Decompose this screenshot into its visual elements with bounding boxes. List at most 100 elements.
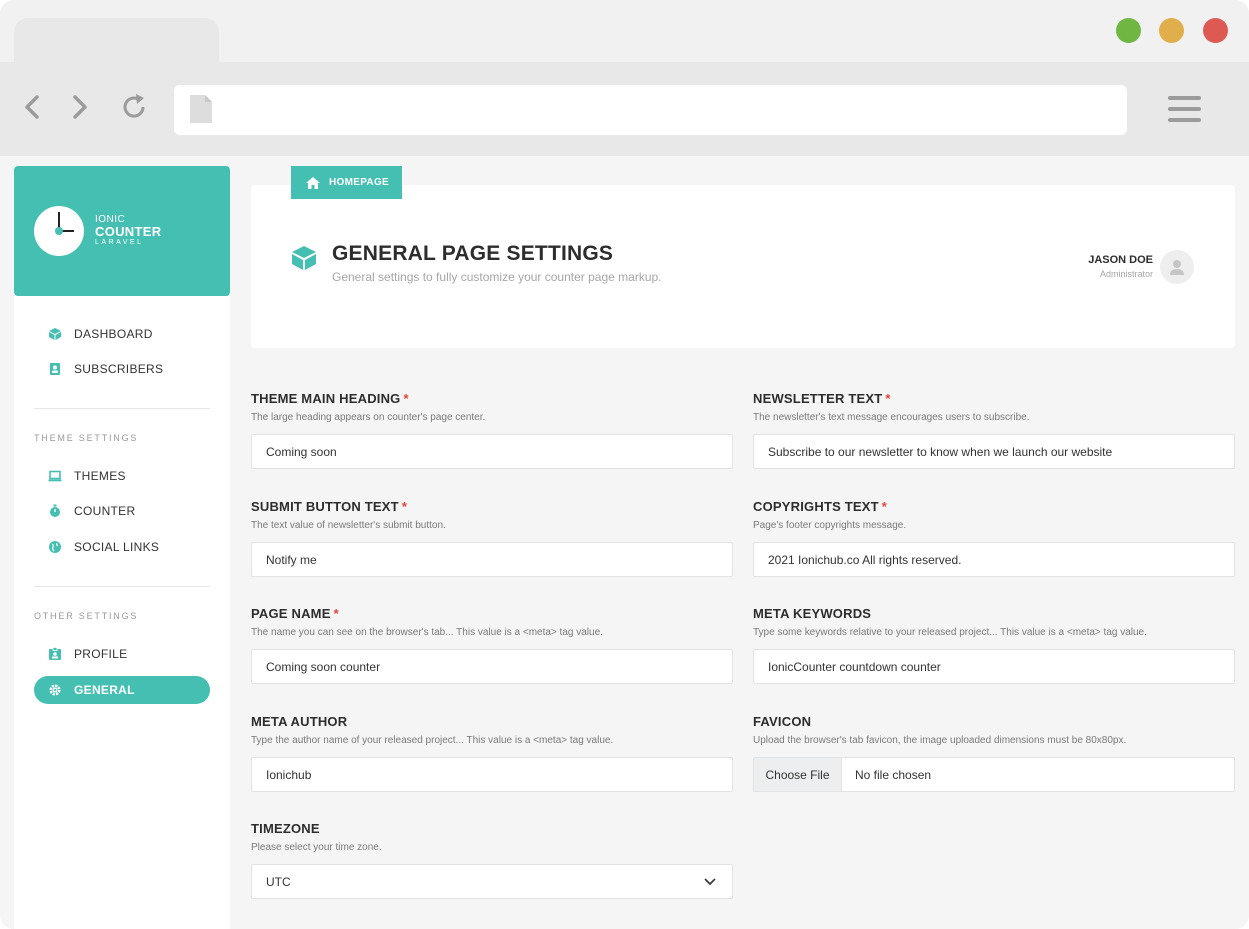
field-label-text: META AUTHOR xyxy=(251,714,348,729)
field-label-text: META KEYWORDS xyxy=(753,606,872,621)
choose-file-button[interactable]: Choose File xyxy=(754,758,842,791)
user-name: JASON DOE xyxy=(1088,254,1153,266)
chevron-down-icon xyxy=(704,877,716,885)
required-marker: * xyxy=(333,606,339,621)
page-title: GENERAL PAGE SETTINGS xyxy=(332,242,614,265)
contact-card-icon xyxy=(48,362,62,376)
field-hint: Type some keywords relative to your rele… xyxy=(753,627,1147,638)
page-header-card: GENERAL PAGE SETTINGS General settings t… xyxy=(251,185,1235,348)
sidebar-item-profile[interactable]: PROFILE xyxy=(34,640,210,668)
field-label: META KEYWORDS xyxy=(753,606,1235,622)
field-label-text: FAVICON xyxy=(753,714,812,729)
field-page-name: PAGE NAME * The name you can see on the b… xyxy=(251,606,733,684)
window-minimize-dot[interactable] xyxy=(1159,18,1184,43)
field-label: FAVICON xyxy=(753,714,1235,730)
hamburger-menu-icon[interactable] xyxy=(1168,96,1201,124)
breadcrumb-label: HOMEPAGE xyxy=(329,177,389,188)
sidebar-item-general[interactable]: GENERAL xyxy=(34,676,210,704)
field-label: TIMEZONE xyxy=(251,821,733,837)
home-icon xyxy=(306,176,320,189)
sidebar-divider xyxy=(34,586,210,587)
gear-icon xyxy=(48,683,62,697)
field-label: PAGE NAME * xyxy=(251,606,733,622)
back-icon[interactable] xyxy=(18,92,48,122)
sidebar-item-label: SUBSCRIBERS xyxy=(74,362,164,376)
timezone-select[interactable]: UTC xyxy=(251,864,733,899)
sidebar-divider xyxy=(34,408,210,409)
sidebar-item-label: PROFILE xyxy=(74,647,128,661)
sidebar-item-label: COUNTER xyxy=(74,504,136,518)
field-timezone: TIMEZONE Please select your time zone. U… xyxy=(251,821,733,899)
field-hint: The name you can see on the browser's ta… xyxy=(251,627,603,638)
globe-icon xyxy=(48,540,62,554)
field-newsletter: NEWSLETTER TEXT * The newsletter's text m… xyxy=(753,391,1235,469)
field-hint: Please select your time zone. xyxy=(251,842,382,853)
submit-text-input[interactable]: Notify me xyxy=(251,542,733,577)
page-icon xyxy=(190,95,212,123)
theme-heading-input[interactable]: Coming soon xyxy=(251,434,733,469)
field-hint: The text value of newsletter's submit bu… xyxy=(251,520,446,531)
field-theme-heading: THEME MAIN HEADING * The large heading ap… xyxy=(251,391,733,469)
field-label-text: SUBMIT BUTTON TEXT xyxy=(251,499,399,514)
laptop-icon xyxy=(48,469,62,483)
field-label: SUBMIT BUTTON TEXT * xyxy=(251,499,733,515)
field-label: META AUTHOR xyxy=(251,714,733,730)
field-label: THEME MAIN HEADING * xyxy=(251,391,733,407)
brand-header: IONIC COUNTER LARAVEL xyxy=(14,166,230,296)
required-marker: * xyxy=(401,499,408,514)
brand-line-3: LARAVEL xyxy=(95,239,144,246)
field-hint: Page's footer copyrights message. xyxy=(753,520,907,531)
field-label: NEWSLETTER TEXT * xyxy=(753,391,1235,407)
meta-author-input[interactable]: Ionichub xyxy=(251,757,733,792)
sidebar-item-label: SOCIAL LINKS xyxy=(74,540,160,554)
field-meta-keywords: META KEYWORDS Type some keywords relativ… xyxy=(753,606,1235,684)
file-status-text: No file chosen xyxy=(855,767,932,782)
sidebar-item-social-links[interactable]: SOCIAL LINKS xyxy=(34,533,210,561)
sidebar-item-subscribers[interactable]: SUBSCRIBERS xyxy=(34,355,210,383)
field-hint: The newsletter's text message encourages… xyxy=(753,412,1030,423)
copyrights-input[interactable]: 2021 Ionichub.co All rights reserved. xyxy=(753,542,1235,577)
brand-logo-text: IONIC COUNTER LARAVEL xyxy=(95,215,161,247)
required-marker: * xyxy=(885,391,891,406)
section-label-theme: THEME SETTINGS xyxy=(34,433,139,443)
cube-icon xyxy=(48,327,62,341)
sidebar: IONIC COUNTER LARAVEL DASHBOARD SUBSCRIB… xyxy=(14,166,230,929)
sidebar-item-label: GENERAL xyxy=(74,683,135,697)
sidebar-item-counter[interactable]: COUNTER xyxy=(34,497,210,525)
sidebar-item-dashboard[interactable]: DASHBOARD xyxy=(34,320,210,348)
meta-keywords-input[interactable]: IonicCounter countdown counter xyxy=(753,649,1235,684)
sidebar-item-themes[interactable]: THEMES xyxy=(34,462,210,490)
brand-line-2: COUNTER xyxy=(95,224,162,239)
field-submit-text: SUBMIT BUTTON TEXT * The text value of ne… xyxy=(251,499,733,577)
address-bar[interactable] xyxy=(174,85,1127,135)
sidebar-item-label: THEMES xyxy=(74,469,126,483)
field-favicon: FAVICON Upload the browser's tab favicon… xyxy=(753,714,1235,792)
field-label-text: COPYRIGHTS TEXT xyxy=(753,499,879,514)
field-label-text: PAGE NAME xyxy=(251,606,331,621)
app-viewport: IONIC COUNTER LARAVEL DASHBOARD SUBSCRIB… xyxy=(0,156,1249,929)
window-maximize-dot[interactable] xyxy=(1116,18,1141,43)
page-name-input[interactable]: Coming soon counter xyxy=(251,649,733,684)
field-label-text: THEME MAIN HEADING xyxy=(251,391,401,406)
forward-icon[interactable] xyxy=(64,92,94,122)
section-label-other: OTHER SETTINGS xyxy=(34,611,139,621)
sidebar-item-label: DASHBOARD xyxy=(74,327,153,341)
reload-icon[interactable] xyxy=(119,92,149,122)
user-icon xyxy=(1170,260,1184,275)
browser-window: IONIC COUNTER LARAVEL DASHBOARD SUBSCRIB… xyxy=(0,0,1249,929)
browser-tab[interactable] xyxy=(14,18,219,64)
required-marker: * xyxy=(881,499,888,514)
newsletter-input[interactable]: Subscribe to our newsletter to know when… xyxy=(753,434,1235,469)
avatar[interactable] xyxy=(1160,250,1194,284)
stopwatch-icon xyxy=(48,504,62,518)
breadcrumb-homepage[interactable]: HOMEPAGE xyxy=(291,166,402,199)
favicon-file-input[interactable]: Choose File No file chosen xyxy=(753,757,1235,792)
field-hint: Type the author name of your released pr… xyxy=(251,735,614,746)
field-copyrights: COPYRIGHTS TEXT * Page's footer copyright… xyxy=(753,499,1235,577)
field-label-text: TIMEZONE xyxy=(251,821,320,836)
window-close-dot[interactable] xyxy=(1203,18,1228,43)
field-label-text: NEWSLETTER TEXT xyxy=(753,391,883,406)
id-badge-icon xyxy=(48,647,62,661)
required-marker: * xyxy=(403,391,409,406)
field-meta-author: META AUTHOR Type the author name of your… xyxy=(251,714,733,792)
